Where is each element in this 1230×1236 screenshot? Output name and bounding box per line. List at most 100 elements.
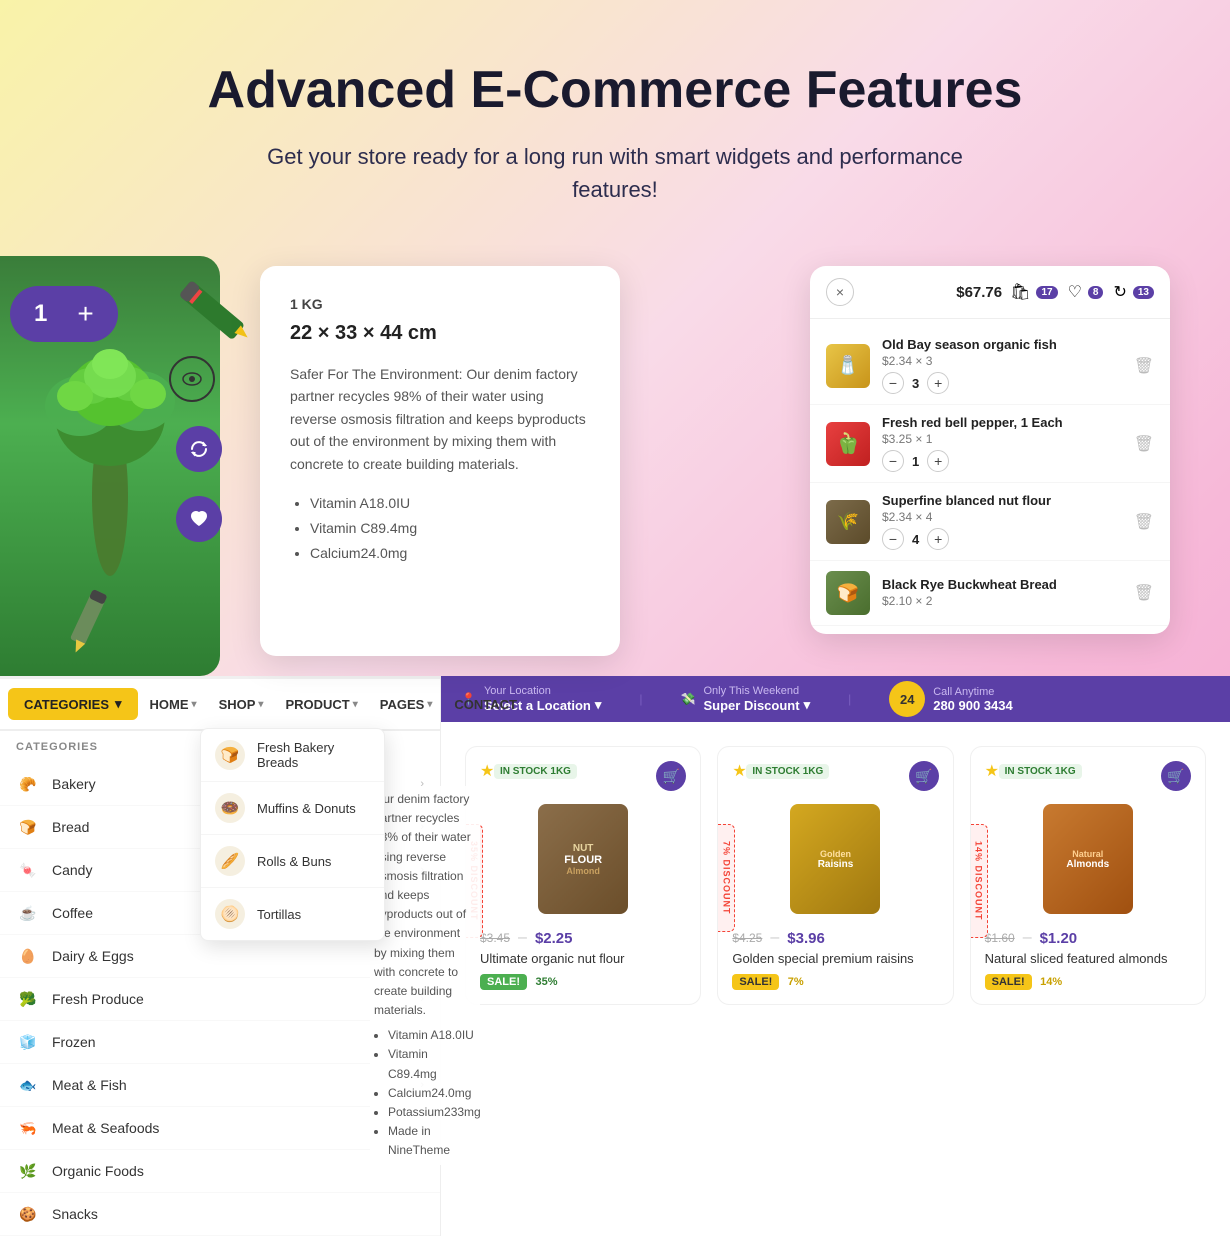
cart-item-delete-btn[interactable]: 🗑 bbox=[1134, 434, 1154, 454]
bakery-icon: 🥐 bbox=[16, 772, 40, 796]
sale-badge: SALE! bbox=[985, 974, 1032, 990]
submenu-item-rolls[interactable]: 🥖 Rolls & Buns bbox=[201, 835, 384, 888]
fresh-bakery-icon: 🍞 bbox=[215, 740, 245, 770]
submenu-overlay: 🍞 Fresh Bakery Breads 🍩 Muffins & Donuts… bbox=[200, 728, 385, 941]
cart-item-price: $3.25 × 1 bbox=[882, 432, 1122, 446]
submenu-item-muffins[interactable]: 🍩 Muffins & Donuts bbox=[201, 782, 384, 835]
product-img-placeholder: NUT FLOUR Almond bbox=[538, 804, 628, 914]
star-icon: ★ bbox=[985, 761, 999, 781]
cart-item-qty: − 3 + bbox=[882, 372, 1122, 394]
submenu-item-fresh-bakery[interactable]: 🍞 Fresh Bakery Breads bbox=[201, 729, 384, 782]
product-grid: 35% DISCOUNT ★ 🛒 IN STOCK 1KG NUT FLOUR … bbox=[441, 722, 1230, 1029]
cart-item-qty: − 4 + bbox=[882, 528, 1122, 550]
star-icon: ★ bbox=[480, 761, 494, 781]
stock-label: IN STOCK 1KG bbox=[999, 764, 1082, 779]
product-prices: $3.45 – $2.25 bbox=[480, 929, 686, 947]
cart-item-delete-btn[interactable]: 🗑 bbox=[1134, 512, 1154, 532]
phone-number: 280 900 3434 bbox=[933, 698, 1013, 713]
qty-plus-btn[interactable]: + bbox=[927, 528, 949, 550]
qty-minus-btn[interactable]: − bbox=[882, 528, 904, 550]
categories-title: CATEGORIES bbox=[16, 741, 98, 753]
snacks-icon: 🍪 bbox=[16, 1202, 40, 1226]
product-weight: 1 KG bbox=[290, 296, 590, 312]
cart-close-btn[interactable]: × bbox=[826, 278, 854, 306]
cart-item-info: Superfine blanced nut flour $2.34 × 4 − … bbox=[882, 493, 1122, 550]
coffee-icon: ☕ bbox=[16, 901, 40, 925]
add-to-cart-btn[interactable]: 🛒 bbox=[656, 761, 686, 791]
submenu-item-tortillas[interactable]: 🫓 Tortillas bbox=[201, 888, 384, 940]
category-label: Organic Foods bbox=[52, 1163, 144, 1179]
nav-item-pages[interactable]: PAGES ▾ bbox=[370, 689, 443, 720]
category-label: Fresh Produce bbox=[52, 991, 144, 1007]
cart-count-badge: 17 bbox=[1036, 286, 1057, 299]
bullet-3: Calcium24.0mg bbox=[310, 541, 590, 566]
nav-item-product[interactable]: PRODUCT ▾ bbox=[275, 689, 367, 720]
produce-icon: 🥦 bbox=[16, 987, 40, 1011]
nav-item-contact[interactable]: CONTACT bbox=[444, 689, 527, 720]
phone-label: Call Anytime bbox=[933, 686, 1013, 698]
qty-minus-btn[interactable]: − bbox=[882, 450, 904, 472]
cart-item-delete-btn[interactable]: 🗑 bbox=[1134, 583, 1154, 603]
cart-item-qty: − 1 + bbox=[882, 450, 1122, 472]
star-icon: ★ bbox=[732, 761, 746, 781]
counter-plus-btn[interactable]: + bbox=[77, 298, 93, 330]
category-item-snacks[interactable]: 🍪 Snacks bbox=[0, 1193, 440, 1236]
product-name: Natural sliced featured almonds bbox=[985, 951, 1191, 966]
sale-pct: 35% bbox=[535, 976, 557, 988]
cart-item-price: $2.34 × 4 bbox=[882, 510, 1122, 524]
submenu-item-label: Rolls & Buns bbox=[257, 854, 331, 869]
sale-pct: 14% bbox=[1040, 976, 1062, 988]
nav-item-home[interactable]: HOME ▾ bbox=[140, 689, 207, 720]
cart-item: 🌾 Superfine blanced nut flour $2.34 × 4 … bbox=[810, 483, 1170, 561]
view-icon[interactable] bbox=[169, 356, 215, 402]
nav-item-shop[interactable]: SHOP ▾ bbox=[209, 689, 274, 720]
store-phone: 24 Call Anytime 280 900 3434 bbox=[889, 681, 1013, 717]
category-label: Coffee bbox=[52, 905, 93, 921]
product-name: Ultimate organic nut flour bbox=[480, 951, 686, 966]
submenu-item-label: Muffins & Donuts bbox=[257, 801, 356, 816]
cart-item-info: Black Rye Buckwheat Bread $2.10 × 2 bbox=[882, 577, 1122, 610]
bullet-2: Vitamin C89.4mg bbox=[310, 516, 590, 541]
submenu-item-label: Fresh Bakery Breads bbox=[257, 740, 370, 770]
categories-label: CATEGORIES bbox=[24, 697, 109, 712]
chevron-down-icon: ▾ bbox=[595, 697, 602, 713]
category-label: Bread bbox=[52, 819, 89, 835]
product-img-placeholder: Natural Almonds bbox=[1043, 804, 1133, 914]
product-dimensions: 22 × 33 × 44 cm bbox=[290, 322, 590, 345]
discount-icon: 💸 bbox=[681, 692, 696, 706]
cart-icon-group: 🛍 17 ♡ 8 ↻ 13 bbox=[1010, 282, 1154, 302]
category-label: Meat & Seafoods bbox=[52, 1120, 159, 1136]
cart-item-name: Superfine blanced nut flour bbox=[882, 493, 1122, 508]
chevron-down-icon: ▾ bbox=[427, 699, 432, 710]
chevron-down-icon: ▾ bbox=[192, 699, 197, 710]
add-to-cart-btn[interactable]: 🛒 bbox=[909, 761, 939, 791]
wishlist-icon[interactable] bbox=[176, 496, 222, 542]
product-grid-section: 📍 Your Location Select a Location ▾ | 💸 … bbox=[440, 676, 1230, 1236]
cart-item: 🍞 Black Rye Buckwheat Bread $2.10 × 2 🗑 bbox=[810, 561, 1170, 626]
cart-items-list: 🧂 Old Bay season organic fish $2.34 × 3 … bbox=[810, 319, 1170, 634]
cart-item-img: 🫑 bbox=[826, 422, 870, 466]
cart-item-delete-btn[interactable]: 🗑 bbox=[1134, 356, 1154, 376]
category-label: Meat & Fish bbox=[52, 1077, 127, 1093]
cart-item-name: Black Rye Buckwheat Bread bbox=[882, 577, 1122, 592]
cart-bag-icon: 🛍 bbox=[1010, 282, 1030, 302]
quantity-counter[interactable]: 1 + bbox=[10, 286, 118, 342]
cart-panel: × $67.76 🛍 17 ♡ 8 ↻ 13 🧂 Old Bay season … bbox=[810, 266, 1170, 634]
demo-area: 1 + bbox=[0, 256, 1230, 676]
qty-minus-btn[interactable]: − bbox=[882, 372, 904, 394]
new-price: $3.96 bbox=[787, 930, 825, 947]
qty-plus-btn[interactable]: + bbox=[927, 450, 949, 472]
muffins-icon: 🍩 bbox=[215, 793, 245, 823]
product-prices: $4.25 – $3.96 bbox=[732, 929, 938, 947]
counter-value: 1 bbox=[34, 300, 47, 328]
product-card-1: 35% DISCOUNT ★ 🛒 IN STOCK 1KG NUT FLOUR … bbox=[465, 746, 701, 1005]
refresh-icon[interactable] bbox=[176, 426, 222, 472]
overlay-product-desc: Our denim factory partner recycles 98% o… bbox=[370, 786, 480, 1165]
store-discount[interactable]: 💸 Only This Weekend Super Discount ▾ bbox=[681, 685, 811, 713]
discount-value[interactable]: Super Discount ▾ bbox=[703, 697, 810, 713]
add-to-cart-btn[interactable]: 🛒 bbox=[1161, 761, 1191, 791]
qty-plus-btn[interactable]: + bbox=[927, 372, 949, 394]
cart-item-name: Fresh red bell pepper, 1 Each bbox=[882, 415, 1122, 430]
categories-dropdown-btn[interactable]: CATEGORIES ▾ bbox=[8, 688, 138, 720]
cart-item-img: 🍞 bbox=[826, 571, 870, 615]
